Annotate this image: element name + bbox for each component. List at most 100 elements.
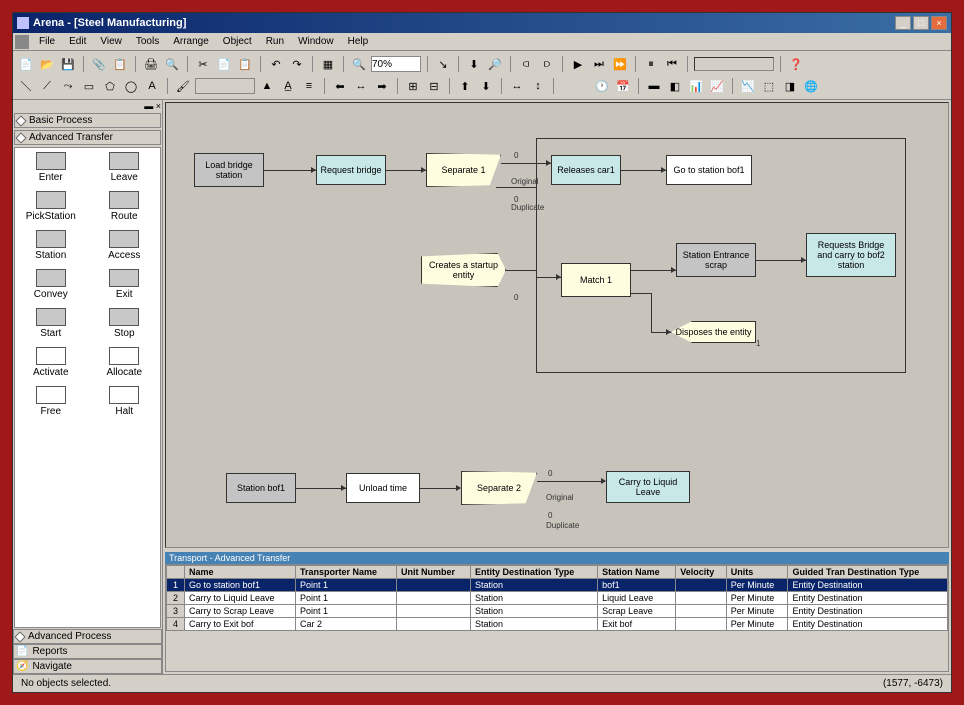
- grid-cell[interactable]: Entity Destination: [788, 618, 948, 631]
- grid-cell[interactable]: [676, 579, 727, 592]
- canvas[interactable]: Load bridge station Request bridge Separat…: [165, 102, 949, 548]
- fill-icon[interactable]: ▲: [258, 77, 276, 95]
- grid-cell[interactable]: bof1: [598, 579, 676, 592]
- grid-cell[interactable]: Per Minute: [726, 605, 788, 618]
- grid-cell[interactable]: Exit bof: [598, 618, 676, 631]
- palette-item-activate[interactable]: Activate: [19, 347, 83, 378]
- palette-item-enter[interactable]: Enter: [19, 152, 83, 183]
- module-station-entrance[interactable]: Station Entrance scrap: [676, 243, 756, 277]
- palette-item-leave[interactable]: Leave: [93, 152, 157, 183]
- lineweight-icon[interactable]: ≡: [300, 77, 318, 95]
- grid-col[interactable]: Entity Destination Type: [470, 566, 597, 579]
- palette-item-stop[interactable]: Stop: [93, 308, 157, 339]
- grid-cell[interactable]: [676, 592, 727, 605]
- connect-icon[interactable]: ↘: [434, 55, 452, 73]
- module-unload-time[interactable]: Unload time: [346, 473, 420, 503]
- minimize-button[interactable]: _: [895, 16, 911, 30]
- polyline-icon[interactable]: ⤳: [59, 77, 77, 95]
- group-icon[interactable]: ⊞: [404, 77, 422, 95]
- run-start-icon[interactable]: ▶: [569, 55, 587, 73]
- chart-queue-icon[interactable]: ⬚: [760, 77, 778, 95]
- menu-object[interactable]: Object: [217, 35, 258, 48]
- palette-item-free[interactable]: Free: [19, 386, 83, 417]
- rect-icon[interactable]: ▭: [80, 77, 98, 95]
- grid-cell[interactable]: Entity Destination: [788, 592, 948, 605]
- menu-window[interactable]: Window: [292, 35, 340, 48]
- brush-icon[interactable]: 🖌: [174, 77, 192, 95]
- palette-item-halt[interactable]: Halt: [93, 386, 157, 417]
- grid-cell[interactable]: [397, 618, 471, 631]
- menu-file[interactable]: File: [33, 35, 61, 48]
- help-icon[interactable]: ❓: [787, 55, 805, 73]
- module-separate1[interactable]: Separate 1: [426, 153, 501, 187]
- grid-cell[interactable]: [676, 618, 727, 631]
- grid-cell[interactable]: Scrap Leave: [598, 605, 676, 618]
- chart-var-icon[interactable]: ▬: [645, 77, 663, 95]
- palette-item-pickstation[interactable]: PickStation: [19, 191, 83, 222]
- save-icon[interactable]: 💾: [59, 55, 77, 73]
- grid-cell[interactable]: Liquid Leave: [598, 592, 676, 605]
- grid-cell[interactable]: Per Minute: [726, 618, 788, 631]
- grid-table[interactable]: NameTransporter NameUnit NumberEntity De…: [165, 564, 949, 672]
- undo-icon[interactable]: ↶: [267, 55, 285, 73]
- table-row[interactable]: 4Carry to Exit bofCar 2StationExit bofPe…: [167, 618, 948, 631]
- paste-icon[interactable]: 📋: [236, 55, 254, 73]
- brush-combo[interactable]: [195, 78, 255, 94]
- palette-item-allocate[interactable]: Allocate: [93, 347, 157, 378]
- grid-col[interactable]: Units: [726, 566, 788, 579]
- grid-cell[interactable]: Carry to Scrap Leave: [185, 605, 296, 618]
- split-icon[interactable]: ⫏: [517, 55, 535, 73]
- grid-cell[interactable]: Car 2: [296, 618, 397, 631]
- front-icon[interactable]: ⬆: [456, 77, 474, 95]
- ellipse-icon[interactable]: ◯: [122, 77, 140, 95]
- sidebar-header-advanced[interactable]: Advanced Transfer: [14, 130, 161, 145]
- grid-cell[interactable]: Station: [470, 592, 597, 605]
- grid-cell[interactable]: Carry to Exit bof: [185, 618, 296, 631]
- grid-col[interactable]: Station Name: [598, 566, 676, 579]
- ungroup-icon[interactable]: ⊟: [425, 77, 443, 95]
- run-end-icon[interactable]: ⏩: [611, 55, 629, 73]
- back-icon[interactable]: ⬇: [477, 77, 495, 95]
- grid-col[interactable]: Velocity: [676, 566, 727, 579]
- table-row[interactable]: 3Carry to Scrap LeavePoint 1StationScrap…: [167, 605, 948, 618]
- preview-icon[interactable]: 🔍: [163, 55, 181, 73]
- find-icon[interactable]: 🔎: [486, 55, 504, 73]
- sidebar-header-basic[interactable]: Basic Process: [14, 113, 161, 128]
- arc-icon[interactable]: ⟋: [38, 77, 56, 95]
- line-icon[interactable]: ＼: [17, 77, 35, 95]
- redo-icon[interactable]: ↷: [288, 55, 306, 73]
- palette-item-exit[interactable]: Exit: [93, 269, 157, 300]
- chart-hist-icon[interactable]: 📊: [687, 77, 705, 95]
- polygon-icon[interactable]: ⬠: [101, 77, 119, 95]
- open-icon[interactable]: 📂: [38, 55, 56, 73]
- grid-cell[interactable]: [397, 592, 471, 605]
- run-step-icon[interactable]: ⏭: [590, 55, 608, 73]
- table-row[interactable]: 1Go to station bof1Point 1Stationbof1Per…: [167, 579, 948, 592]
- grid-cell[interactable]: [397, 579, 471, 592]
- palette-item-convey[interactable]: Convey: [19, 269, 83, 300]
- flip-v-icon[interactable]: ↕: [529, 77, 547, 95]
- grid-cell[interactable]: [397, 605, 471, 618]
- module-station-bof1[interactable]: Station bof1: [226, 473, 296, 503]
- grid-col[interactable]: Transporter Name: [296, 566, 397, 579]
- module-match1[interactable]: Match 1: [561, 263, 631, 297]
- titlebar[interactable]: Arena - [Steel Manufacturing] _ □ ×: [13, 13, 951, 33]
- module-request-bridge[interactable]: Request bridge: [316, 155, 386, 185]
- zoom-input[interactable]: [371, 56, 421, 72]
- sidebar-close-icon[interactable]: ▬ ×: [144, 101, 161, 111]
- text-icon[interactable]: A: [143, 77, 161, 95]
- module-load-bridge[interactable]: Load bridge station: [194, 153, 264, 187]
- palette-item-route[interactable]: Route: [93, 191, 157, 222]
- menu-help[interactable]: Help: [342, 35, 375, 48]
- grid-cell[interactable]: Point 1: [296, 605, 397, 618]
- grid-col[interactable]: Unit Number: [397, 566, 471, 579]
- grid-cell[interactable]: Station: [470, 605, 597, 618]
- module-carry-liquid[interactable]: Carry to Liquid Leave: [606, 471, 690, 503]
- grid-cell[interactable]: Go to station bof1: [185, 579, 296, 592]
- grid-cell[interactable]: Point 1: [296, 579, 397, 592]
- sidebar-navigate[interactable]: 🧭Navigate: [13, 659, 162, 674]
- grid-cell[interactable]: [676, 605, 727, 618]
- maximize-button[interactable]: □: [913, 16, 929, 30]
- menu-view[interactable]: View: [94, 35, 128, 48]
- grid-cell[interactable]: Per Minute: [726, 592, 788, 605]
